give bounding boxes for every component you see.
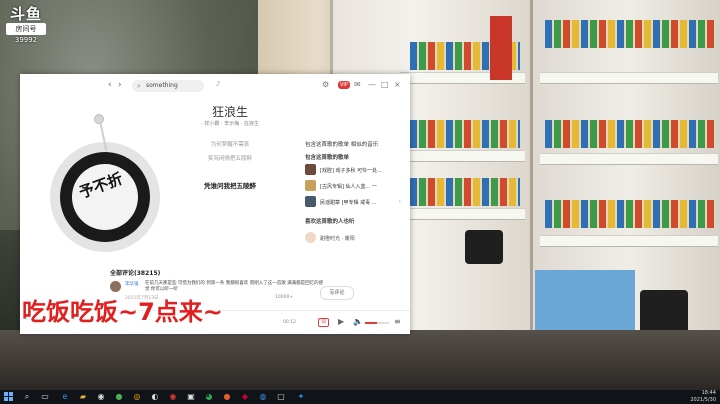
- app-icon[interactable]: ✦: [296, 392, 306, 402]
- maximize-button[interactable]: □: [381, 80, 389, 89]
- user-name: 甜橙时光 · 暖阳: [320, 236, 355, 242]
- playlist-cover: [305, 196, 316, 207]
- windows-start-icon[interactable]: [4, 392, 14, 402]
- app-icon[interactable]: ◉: [96, 392, 106, 402]
- users-title: 喜欢这首歌的人也听: [305, 219, 355, 225]
- room-id: 39992: [14, 36, 38, 44]
- shelf: [400, 150, 525, 162]
- search-icon: ⌕: [137, 82, 141, 90]
- coin-panel: [465, 230, 503, 264]
- mail-icon[interactable]: ✉: [354, 80, 361, 89]
- playlist-cover: [305, 164, 316, 175]
- lyric-line: 笑骂闲情把五陵醉: [207, 156, 252, 162]
- app-icon[interactable]: ◍: [258, 392, 268, 402]
- song-meta: · 祥小霸 · 李示梅 · 狂浪生: [201, 121, 259, 127]
- search-icon[interactable]: ⌕: [22, 392, 32, 402]
- playlist-name: 民谣甜章 [甲专辑 戒毒 ...: [320, 200, 377, 206]
- windows-taskbar: ⌕ ▭ e ▰ ◉ ● ◎ ◐ ◉ ▣ ◕ ● ◆ ◍ ▢ ✦ 18:44 20…: [0, 390, 720, 404]
- drinks-row: [410, 120, 520, 148]
- comment-user[interactable]: 李华强: [125, 281, 139, 287]
- playlists-title: 包含这首歌的歌单: [305, 155, 350, 161]
- lyric-line: 为何梦醒不需哀: [210, 142, 250, 148]
- clock-date: 2021/5/30: [690, 397, 716, 403]
- comments-title: 全部评论(38215): [110, 270, 161, 277]
- volume-icon[interactable]: 🔈: [353, 317, 363, 326]
- settings-icon[interactable]: ⚙: [322, 80, 329, 89]
- red-sign: [490, 16, 512, 80]
- playback-time: 00:12: [283, 320, 296, 325]
- room-label: 房间号: [6, 23, 46, 35]
- clock-time: 18:44: [701, 390, 716, 396]
- minimize-button[interactable]: —: [368, 80, 376, 89]
- app-icon[interactable]: ●: [114, 392, 124, 402]
- forward-button[interactable]: ›: [118, 80, 122, 90]
- ground: [0, 330, 720, 390]
- app-icon[interactable]: ◆: [240, 392, 250, 402]
- stream-caption: 吃饭吃饭~7点来~: [22, 298, 223, 326]
- shelf: [540, 72, 718, 84]
- back-button[interactable]: ‹: [108, 80, 112, 90]
- avatar[interactable]: [110, 281, 121, 292]
- info-sign: [535, 270, 635, 338]
- playlist-name: [戏腔] 戏子多秋 可怜一处...: [320, 168, 382, 174]
- vip-badge[interactable]: VIP: [338, 81, 350, 89]
- play-icon[interactable]: ▶: [338, 317, 344, 326]
- music-app-icon[interactable]: ◉: [168, 392, 178, 402]
- lyric-line-current: 凭谁问我把五陵醉: [204, 182, 256, 190]
- playlist-name: [古风专辑] 仙人入蓝... 一: [320, 184, 377, 190]
- shelf: [540, 153, 718, 165]
- app-icon[interactable]: ▣: [186, 392, 196, 402]
- playlist-item[interactable]: 民谣甜章 [甲专辑 戒毒 ... ›: [305, 196, 405, 208]
- douyu-logo: 斗鱼: [9, 5, 42, 23]
- search-input[interactable]: ⌕ something: [132, 80, 204, 92]
- taskbar-clock[interactable]: 18:44 2021/5/30: [676, 390, 716, 404]
- more-icon[interactable]: ›: [399, 198, 401, 205]
- shelf: [540, 235, 718, 247]
- vinyl-disc: 予不折: [50, 142, 160, 252]
- app-icon[interactable]: ●: [222, 392, 232, 402]
- shelf: [400, 208, 525, 220]
- drinks-row: [545, 120, 715, 148]
- drinks-row: [545, 200, 715, 228]
- wechat-icon[interactable]: ◕: [204, 392, 214, 402]
- stream-watermark: 斗鱼 房间号 39992: [6, 6, 46, 44]
- mic-icon[interactable]: ♪: [216, 80, 220, 88]
- player-titlebar: ‹ › ⌕ something ♪ ⚙ VIP ✉ — □ ×: [20, 74, 410, 98]
- comment-likes[interactable]: 10000+: [275, 295, 293, 300]
- tonearm-head: [94, 114, 104, 124]
- app-icon[interactable]: ◐: [150, 392, 160, 402]
- volume-slider[interactable]: [365, 322, 389, 324]
- edge-icon[interactable]: e: [60, 392, 70, 402]
- drinks-row: [410, 178, 520, 206]
- search-text: something: [146, 82, 178, 89]
- folder-icon[interactable]: ▰: [78, 392, 88, 402]
- playlist-item[interactable]: [古风专辑] 仙人入蓝... 一: [305, 180, 405, 192]
- sidebar-heading[interactable]: 包含这首歌的歌单 相似的音乐: [305, 140, 378, 148]
- lyrics-toggle[interactable]: 词: [318, 318, 330, 327]
- song-title: 狂浪生: [211, 105, 248, 119]
- write-comment-button[interactable]: 写评论: [320, 286, 354, 300]
- drinks-row: [545, 20, 715, 48]
- playlist-item[interactable]: [戏腔] 戏子多秋 可怜一处...: [305, 164, 405, 176]
- app-icon[interactable]: ▢: [276, 392, 286, 402]
- chrome-icon[interactable]: ◎: [132, 392, 142, 402]
- task-view-icon[interactable]: ▭: [40, 392, 50, 402]
- playlist-cover: [305, 180, 316, 191]
- user-avatar: [305, 232, 316, 243]
- close-button[interactable]: ×: [394, 80, 401, 89]
- playlist-icon[interactable]: ≡: [394, 317, 401, 326]
